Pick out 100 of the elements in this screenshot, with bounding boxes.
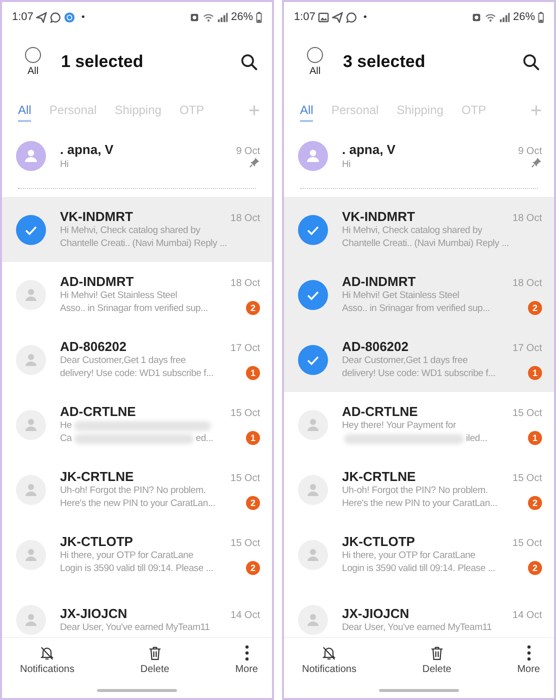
message-row[interactable]: AD-CRTLNE 15 Oct He Ca ed... 1 bbox=[2, 392, 272, 457]
message-preview: Asso.. in Srinagar from verified sup... bbox=[342, 303, 490, 314]
message-preview: Hi Mehvi! Get Stainless Steel bbox=[60, 290, 178, 301]
action-button[interactable]: Delete bbox=[422, 638, 452, 682]
message-preview: Hey there! Your Payment for bbox=[342, 420, 456, 431]
unread-count: 1 bbox=[528, 431, 542, 445]
unread-count: 2 bbox=[528, 301, 542, 315]
message-preview: Here's the new PIN to your CaratLan... bbox=[342, 498, 498, 509]
message-preview: ed... bbox=[196, 433, 214, 444]
more-icon bbox=[526, 645, 531, 661]
contact-avatar bbox=[16, 604, 46, 634]
sender-name: AD-806202 bbox=[60, 339, 126, 354]
message-row[interactable]: AD-CRTLNE 15 Oct Hey there! Your Payment for iled... 1 bbox=[284, 392, 554, 457]
wifi-icon bbox=[484, 12, 496, 22]
search-icon[interactable] bbox=[240, 53, 258, 71]
message-row[interactable]: AD-INDMRT 18 Oct Hi Mehvi! Get Stainless Steel Asso.. in Srinagar from verified sup... 2 bbox=[2, 262, 272, 327]
message-date: 17 Oct bbox=[512, 343, 542, 354]
check-icon[interactable] bbox=[16, 214, 46, 244]
contact-avatar bbox=[16, 540, 46, 570]
message-preview: Hi Mehvi, Check catalog shared by bbox=[342, 225, 482, 236]
contact-name: . apna, V bbox=[342, 142, 396, 157]
status-time: 1:07 bbox=[12, 11, 34, 23]
delete-icon bbox=[428, 645, 445, 661]
signal-icon bbox=[498, 12, 510, 22]
contact-avatar bbox=[298, 410, 328, 440]
message-row[interactable]: JX-JIOJCN 14 Oct Dear User, You've earned MyTeam11 bbox=[284, 587, 554, 637]
message-preview: delivery! Use code: WD1 subscribe f... bbox=[342, 368, 496, 379]
message-date: 15 Oct bbox=[230, 538, 260, 549]
message-preview: Login is 3590 valid till 09:14. Please ... bbox=[60, 563, 214, 574]
battery-percent: 26% bbox=[230, 11, 253, 23]
battery-percent: 26% bbox=[512, 11, 535, 23]
delete-icon bbox=[146, 645, 163, 661]
message-row[interactable]: VK-INDMRT 18 Oct Hi Mehvi, Check catalog shared by Chantelle Creati.. (Navi Mumbai) Reply ... bbox=[2, 197, 272, 262]
message-row[interactable]: AD-806202 17 Oct Dear Customer,Get 1 days free delivery! Use code: WD1 subscribe f... 1 bbox=[2, 327, 272, 392]
message-preview: iled... bbox=[466, 433, 488, 444]
unread-count: 2 bbox=[528, 561, 542, 575]
select-all-checkbox[interactable] bbox=[307, 47, 323, 63]
contact-avatar bbox=[298, 474, 328, 504]
category-tab[interactable]: All bbox=[18, 100, 32, 122]
notifications-off-icon bbox=[321, 645, 338, 661]
sender-name: AD-806202 bbox=[342, 339, 408, 354]
message-date: 18 Oct bbox=[230, 278, 260, 289]
action-button[interactable]: More bbox=[235, 638, 258, 682]
message-row[interactable]: AD-INDMRT 18 Oct Hi Mehvi! Get Stainless Steel Asso.. in Srinagar from verified sup... 2 bbox=[284, 262, 554, 327]
check-icon[interactable] bbox=[298, 214, 328, 244]
message-preview: Dear Customer,Get 1 days free bbox=[342, 355, 468, 366]
signal-icon bbox=[216, 12, 228, 22]
contact-avatar bbox=[298, 141, 328, 171]
action-button[interactable]: Notifications bbox=[302, 638, 356, 682]
sender-name: AD-INDMRT bbox=[60, 274, 134, 289]
message-row[interactable]: JK-CTLOTP 15 Oct Hi there, your OTP for CaratLane Login is 3590 valid till 09:14. Please ... 2 bbox=[284, 522, 554, 587]
status-time: 1:07 bbox=[294, 11, 316, 23]
check-icon[interactable] bbox=[298, 280, 328, 310]
select-all-label: All bbox=[27, 66, 39, 77]
message-preview: He bbox=[60, 420, 72, 431]
unread-count: 2 bbox=[246, 496, 260, 510]
sender-name: AD-INDMRT bbox=[342, 274, 416, 289]
message-date: 15 Oct bbox=[230, 473, 260, 484]
message-preview: Login is 3590 valid till 09:14. Please ... bbox=[342, 563, 496, 574]
action-button[interactable]: Delete bbox=[140, 638, 170, 682]
status-dot: • bbox=[363, 12, 367, 22]
message-preview: Hi there, your OTP for CaratLane bbox=[342, 550, 476, 561]
message-preview: Dear User, You've earned MyTeam11 bbox=[342, 622, 492, 632]
sender-name: AD-CRTLNE bbox=[342, 404, 418, 419]
message-date: 15 Oct bbox=[512, 538, 542, 549]
message-row[interactable]: JK-CTLOTP 15 Oct Hi there, your OTP for CaratLane Login is 3590 valid till 09:14. Please ... 2 bbox=[2, 522, 272, 587]
contact-avatar bbox=[16, 280, 46, 310]
sender-name: JK-CTLOTP bbox=[342, 534, 415, 549]
message-row[interactable]: VK-INDMRT 18 Oct Hi Mehvi, Check catalog shared by Chantelle Creati.. (Navi Mumbai) Reply ... bbox=[284, 197, 554, 262]
message-preview: Uh-oh! Forgot the PIN? No problem. bbox=[60, 485, 206, 496]
message-preview: Dear Customer,Get 1 days free bbox=[60, 355, 186, 366]
message-date: 14 Oct bbox=[512, 610, 542, 620]
contact-avatar bbox=[298, 604, 328, 634]
sender-name: JK-CTLOTP bbox=[60, 534, 133, 549]
chat-icon bbox=[50, 12, 62, 22]
message-date: 15 Oct bbox=[512, 408, 542, 419]
message-preview: Chantelle Creati.. (Navi Mumbai) Reply ... bbox=[60, 238, 227, 249]
message-row[interactable]: AD-806202 17 Oct Dear Customer,Get 1 days free delivery! Use code: WD1 subscribe f... 1 bbox=[284, 327, 554, 392]
check-icon[interactable] bbox=[298, 344, 328, 374]
search-icon[interactable] bbox=[522, 53, 540, 71]
message-preview: Hi Mehvi, Check catalog shared by bbox=[60, 225, 200, 236]
action-button[interactable]: Notifications bbox=[20, 638, 74, 682]
chat-icon bbox=[346, 12, 358, 22]
notifications-off-icon bbox=[39, 645, 56, 661]
image-icon bbox=[318, 12, 330, 22]
message-row[interactable]: JX-JIOJCN 14 Oct Dear User, You've earned MyTeam11 bbox=[2, 587, 272, 637]
sender-name: JX-JIOJCN bbox=[60, 606, 128, 620]
message-date: 17 Oct bbox=[230, 343, 260, 354]
message-row[interactable]: JK-CRTLNE 15 Oct Uh-oh! Forgot the PIN? No problem. Here's the new PIN to your CaratLan... 2 bbox=[2, 457, 272, 522]
unread-count: 2 bbox=[246, 561, 260, 575]
message-preview: Uh-oh! Forgot the PIN? No problem. bbox=[342, 485, 488, 496]
message-date: 9 Oct bbox=[236, 146, 260, 157]
message-row[interactable]: JK-CRTLNE 15 Oct Uh-oh! Forgot the PIN? No problem. Here's the new PIN to your CaratLan... 2 bbox=[284, 457, 554, 522]
action-button[interactable]: More bbox=[517, 638, 540, 682]
message-preview: Dear User, You've earned MyTeam11 bbox=[60, 622, 210, 632]
category-tab[interactable]: All bbox=[300, 100, 314, 122]
send-icon bbox=[332, 12, 344, 22]
sender-name: VK-INDMRT bbox=[342, 209, 415, 224]
message-preview: Hi bbox=[342, 159, 351, 170]
select-all-checkbox[interactable] bbox=[25, 47, 41, 63]
